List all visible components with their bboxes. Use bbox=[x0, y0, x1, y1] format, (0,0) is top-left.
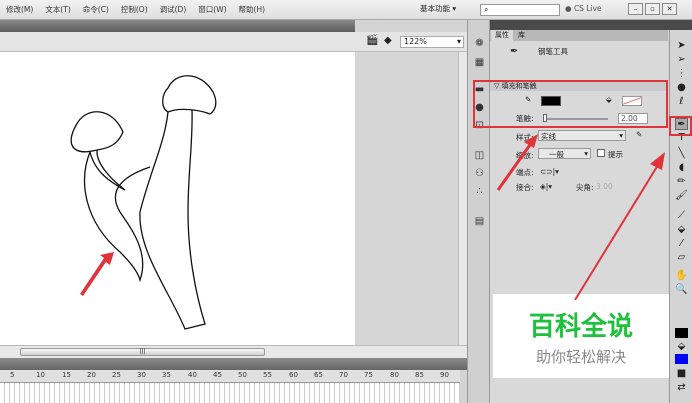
stroke-color-chip[interactable] bbox=[675, 328, 688, 338]
timeline-frames[interactable] bbox=[0, 383, 460, 403]
vertical-scrollbar[interactable] bbox=[458, 52, 467, 345]
tick: 50 bbox=[238, 371, 247, 379]
search-input[interactable]: ⌕ bbox=[480, 4, 560, 16]
zoom-select[interactable]: 122% ▾ bbox=[400, 36, 464, 48]
history-icon[interactable]: ▤ bbox=[473, 216, 486, 228]
tick: 20 bbox=[87, 371, 96, 379]
cs-live-button[interactable]: ● CS Live bbox=[565, 4, 602, 13]
chevron-down-icon: ▾ bbox=[456, 37, 461, 46]
tick: 5 bbox=[10, 371, 15, 379]
timeline-ruler[interactable]: 5 10 15 20 25 30 35 40 45 50 55 60 65 70… bbox=[0, 370, 460, 383]
tick: 25 bbox=[112, 371, 121, 379]
tick: 60 bbox=[289, 371, 298, 379]
menu-bar: 修改(M) 文本(T) 命令(C) 控制(O) 调试(D) 窗口(W) 帮助(H… bbox=[0, 0, 692, 20]
cs-live-label: CS Live bbox=[573, 4, 602, 13]
document-tab-bar bbox=[0, 20, 355, 32]
annotation-arrows bbox=[496, 134, 665, 300]
tick: 35 bbox=[162, 371, 171, 379]
subselection-tool-icon[interactable]: ➢ bbox=[675, 54, 688, 66]
fill-color-chip[interactable] bbox=[675, 354, 688, 364]
pen-tool-icon: ✒ bbox=[510, 46, 519, 57]
components-icon[interactable]: ⚇ bbox=[473, 168, 486, 180]
menu-debug[interactable]: 调试(D) bbox=[154, 4, 193, 15]
search-icon: ⌕ bbox=[484, 5, 489, 14]
tick: 15 bbox=[62, 371, 71, 379]
free-transform-icon[interactable]: ⋮ bbox=[675, 68, 688, 80]
watermark-title: 百科全说 bbox=[528, 312, 633, 342]
menu-help[interactable]: 帮助(H) bbox=[233, 4, 272, 15]
swap-colors-icon[interactable]: ⇄ bbox=[675, 382, 688, 394]
tick: 75 bbox=[364, 371, 373, 379]
watermark-subtitle: 助你轻松解决 bbox=[535, 348, 626, 366]
panel-icon-strip: ❁ ▦ ▬ ● ⊡ ◫ ⚇ ∴ ▤ bbox=[467, 20, 490, 403]
tick: 45 bbox=[213, 371, 222, 379]
tick: 30 bbox=[137, 371, 146, 379]
code-snippets-icon[interactable]: ◫ bbox=[473, 150, 486, 162]
workspace-switcher[interactable]: 基本功能 ▾ bbox=[420, 3, 456, 14]
tick: 55 bbox=[263, 371, 272, 379]
scrollbar-thumb[interactable]: ||| bbox=[20, 348, 265, 356]
menu-window[interactable]: 窗口(W) bbox=[192, 4, 232, 15]
timeline-header bbox=[0, 358, 467, 370]
stage-toolbar: 🎬 ◆ 122% ▾ bbox=[0, 32, 467, 52]
tick: 10 bbox=[36, 371, 45, 379]
color-icon[interactable]: ❁ bbox=[473, 38, 486, 50]
annotation-arrow bbox=[80, 252, 114, 296]
lasso-icon[interactable]: ℓ bbox=[675, 96, 688, 108]
maximize-button[interactable]: ▫ bbox=[645, 3, 660, 15]
menu-commands[interactable]: 命令(C) bbox=[77, 4, 115, 15]
tick: 80 bbox=[390, 371, 399, 379]
panel-header bbox=[467, 20, 692, 30]
edit-scene-icon[interactable]: 🎬 bbox=[366, 35, 378, 46]
tick: 65 bbox=[314, 371, 323, 379]
menu-control[interactable]: 控制(O) bbox=[115, 4, 154, 15]
3d-rotation-icon[interactable]: ● bbox=[675, 82, 688, 94]
tick: 85 bbox=[415, 371, 424, 379]
close-button[interactable]: ✕ bbox=[662, 3, 677, 15]
tick: 70 bbox=[339, 371, 348, 379]
swatches-icon[interactable]: ▦ bbox=[473, 57, 486, 69]
motion-presets-icon[interactable]: ∴ bbox=[473, 186, 486, 198]
minimize-button[interactable]: – bbox=[628, 3, 643, 15]
tool-name: 钢笔工具 bbox=[538, 47, 568, 56]
watermark: 百科全说 助你轻松解决 bbox=[493, 294, 669, 378]
tick: 90 bbox=[440, 371, 449, 379]
menu-text[interactable]: 文本(T) bbox=[39, 4, 76, 15]
zoom-value: 122% bbox=[404, 37, 427, 46]
fill-bucket-icon: ⬙ bbox=[677, 341, 686, 352]
tick: 40 bbox=[188, 371, 197, 379]
highlight-box-fill-stroke bbox=[473, 80, 668, 128]
edit-symbol-icon[interactable]: ◆ bbox=[384, 35, 392, 46]
menu-modify[interactable]: 修改(M) bbox=[0, 4, 39, 15]
tab-library[interactable]: 库 bbox=[514, 30, 529, 41]
mushroom-drawing bbox=[70, 75, 217, 330]
black-white-icon[interactable]: ■ bbox=[675, 368, 688, 380]
stage-canvas[interactable] bbox=[0, 52, 355, 345]
tab-properties[interactable]: 属性 bbox=[491, 30, 513, 41]
selection-tool-icon[interactable]: ➤ bbox=[675, 40, 688, 52]
